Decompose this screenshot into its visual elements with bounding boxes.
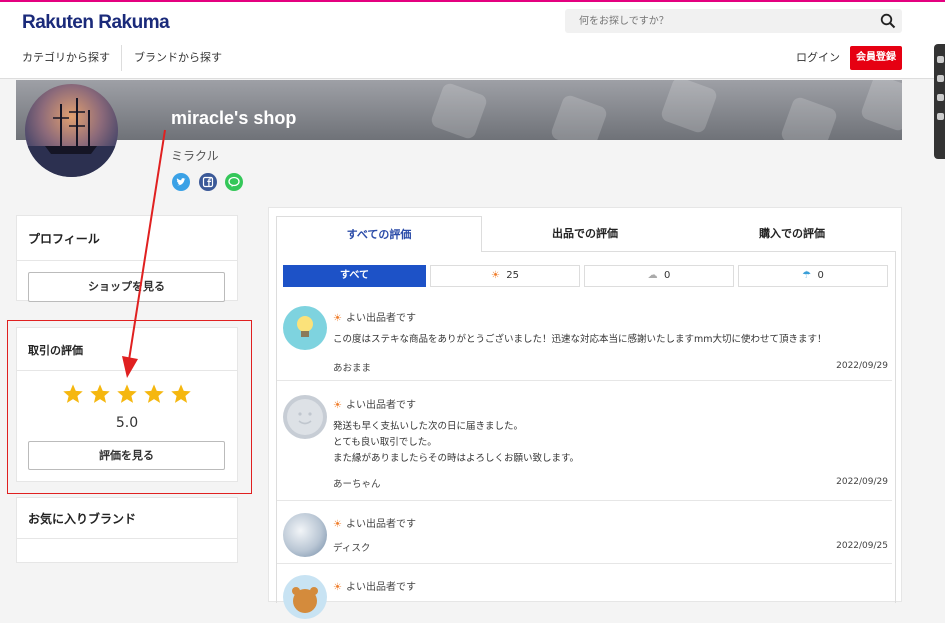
review-item: ☀ よい出品者です この度はステキな商品をありがとうございました！迅速な対応本当に…	[277, 300, 892, 381]
reviews-panel: すべての評価 出品での評価 購入での評価 すべて ☀ 25 ☁ 0 ☂ 0 ☀ よ…	[268, 207, 902, 619]
shop-name: miracle's shop	[171, 108, 297, 128]
shop-kana-name: ミラクル	[171, 149, 219, 163]
review-item: ☀ よい出品者です	[277, 565, 892, 619]
search-icon[interactable]	[880, 13, 896, 29]
filter-bad-count: 0	[817, 270, 824, 281]
review-item: ☀ よい出品者です ディスク 2022/09/25	[277, 502, 892, 564]
review-label: ☀ よい出品者です	[333, 519, 416, 530]
nav-brand-link[interactable]: ブランドから探す	[134, 49, 222, 65]
tab-buyer-reviews[interactable]: 購入での評価	[689, 216, 895, 252]
profile-title: プロフィール	[28, 232, 100, 246]
side-toolbar[interactable]	[934, 44, 945, 159]
sun-icon: ☀	[490, 270, 500, 281]
filter-good-count: 25	[506, 270, 520, 281]
sun-icon: ☀	[333, 400, 342, 411]
reviewer-avatar[interactable]	[283, 395, 327, 439]
review-label: ☀ よい出品者です	[333, 582, 416, 593]
search-input[interactable]	[565, 9, 865, 34]
facebook-icon[interactable]	[199, 173, 217, 191]
tab-underline	[482, 251, 896, 252]
tab-seller-reviews[interactable]: 出品での評価	[482, 216, 688, 252]
sun-icon: ☀	[333, 519, 342, 530]
favorite-brands-card: お気に入りブランド	[16, 497, 238, 563]
twitter-icon[interactable]	[172, 173, 190, 191]
cloud-icon: ☁	[647, 270, 658, 281]
line-icon[interactable]	[225, 173, 243, 191]
reviewer-avatar[interactable]	[283, 306, 327, 350]
review-date: 2022/09/29	[836, 361, 888, 371]
rakuma-logo[interactable]: Rakuten Rakuma	[22, 12, 170, 34]
profile-card: プロフィール ショップを見る	[16, 215, 238, 302]
sun-icon: ☀	[333, 313, 342, 324]
review-text: 発送も早く支払いした次の日に届きました。 とても良い取引でした。 また縁がありま…	[333, 421, 580, 464]
annotation-highlight-box	[7, 320, 252, 494]
register-button[interactable]: 会員登録	[850, 46, 902, 70]
reviewer-name[interactable]: あおまま	[333, 360, 371, 374]
site-header: Rakuten Rakuma カテゴリから探す ブランドから探す ログイン 会員…	[0, 2, 945, 79]
review-label: ☀ よい出品者です	[333, 313, 416, 324]
tab-all-reviews[interactable]: すべての評価	[276, 216, 482, 252]
reviewer-name[interactable]: あーちゃん	[333, 476, 381, 490]
reviewer-name[interactable]: ディスク	[333, 540, 370, 554]
nav-divider	[121, 45, 122, 71]
filter-normal-button[interactable]: ☁ 0	[584, 265, 734, 287]
sun-icon: ☀	[333, 582, 342, 593]
review-date: 2022/09/25	[836, 541, 888, 551]
view-shop-button[interactable]: ショップを見る	[28, 272, 225, 302]
review-date: 2022/09/29	[836, 477, 888, 487]
shop-avatar	[25, 84, 118, 177]
filter-good-button[interactable]: ☀ 25	[430, 265, 580, 287]
filter-normal-count: 0	[663, 270, 671, 281]
review-label: ☀ よい出品者です	[333, 400, 416, 411]
review-item: ☀ よい出品者です 発送も早く支払いした次の日に届きました。 とても良い取引でした…	[277, 382, 892, 501]
reviewer-avatar[interactable]	[283, 575, 327, 619]
filter-all-button[interactable]: すべて	[283, 265, 426, 287]
filter-bad-button[interactable]: ☂ 0	[738, 265, 888, 287]
favorite-brands-title: お気に入りブランド	[28, 512, 137, 526]
nav-category-link[interactable]: カテゴリから探す	[22, 49, 110, 65]
login-link[interactable]: ログイン	[796, 49, 840, 65]
umbrella-icon: ☂	[802, 270, 812, 281]
reviewer-avatar[interactable]	[283, 513, 327, 557]
review-text: この度はステキな商品をありがとうございました！迅速な対応本当に感謝いたしますmm…	[333, 334, 827, 345]
shop-banner	[16, 80, 902, 140]
search-bar[interactable]	[565, 9, 902, 34]
